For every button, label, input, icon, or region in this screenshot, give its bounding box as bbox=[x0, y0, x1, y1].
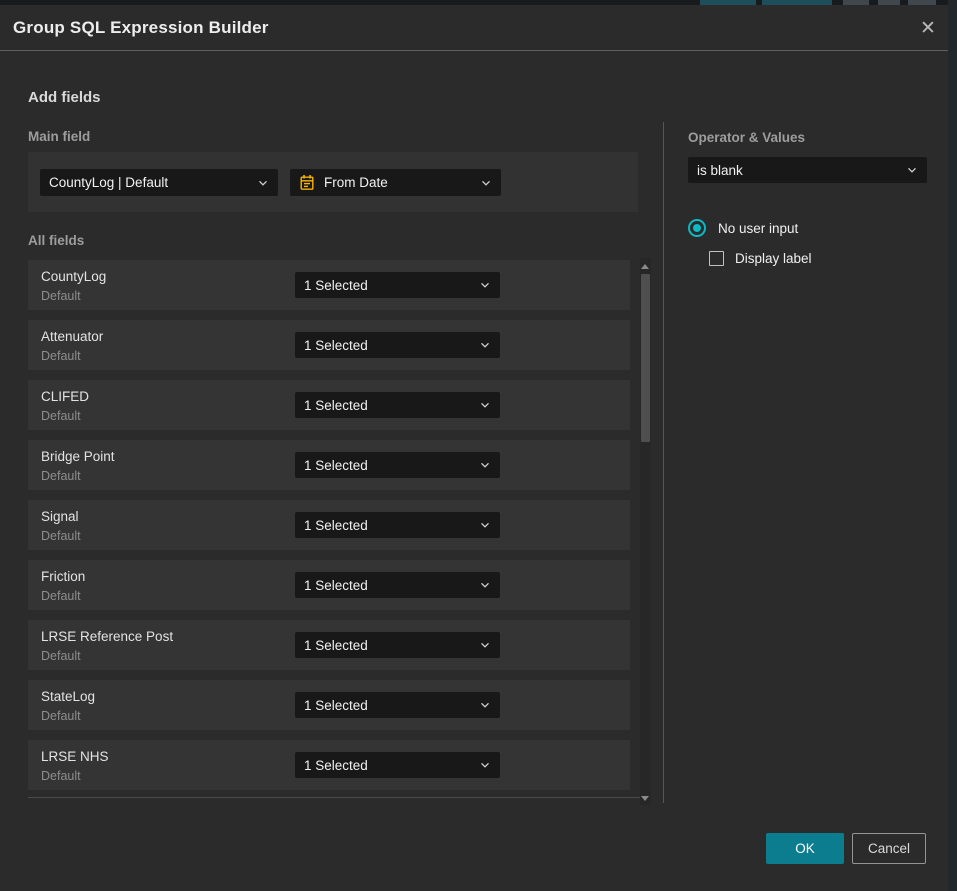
chevron-down-icon bbox=[479, 279, 491, 291]
chevron-down-icon bbox=[257, 177, 269, 189]
field-sublabel: Default bbox=[41, 469, 81, 483]
checkbox-unchecked-icon bbox=[709, 251, 724, 266]
close-icon[interactable]: ✕ bbox=[914, 15, 942, 41]
field-selected-value: 1 Selected bbox=[304, 518, 473, 533]
field-row: CLIFED Default 1 Selected bbox=[28, 380, 630, 430]
chevron-down-icon bbox=[479, 699, 491, 711]
field-row: StateLog Default 1 Selected bbox=[28, 680, 630, 730]
field-selected-dropdown[interactable]: 1 Selected bbox=[295, 632, 500, 658]
main-field-dropdown[interactable]: From Date bbox=[290, 169, 501, 196]
field-selected-dropdown[interactable]: 1 Selected bbox=[295, 452, 500, 478]
chevron-down-icon bbox=[479, 339, 491, 351]
cancel-button[interactable]: Cancel bbox=[852, 833, 926, 864]
chevron-down-icon bbox=[479, 459, 491, 471]
chevron-down-icon bbox=[479, 759, 491, 771]
field-sublabel: Default bbox=[41, 409, 81, 423]
field-name: CountyLog bbox=[41, 269, 106, 284]
scrollbar-thumb[interactable] bbox=[641, 274, 650, 442]
field-name: Signal bbox=[41, 509, 79, 524]
field-sublabel: Default bbox=[41, 529, 81, 543]
field-row: Friction Default 1 Selected bbox=[28, 560, 630, 610]
no-user-input-label: No user input bbox=[718, 221, 798, 236]
field-sublabel: Default bbox=[41, 349, 81, 363]
field-row: LRSE NHS Default 1 Selected bbox=[28, 740, 630, 790]
group-sql-expression-builder-dialog: Group SQL Expression Builder ✕ Add field… bbox=[0, 5, 948, 891]
main-field-label: Main field bbox=[28, 129, 90, 144]
field-selected-dropdown[interactable]: 1 Selected bbox=[295, 572, 500, 598]
field-name: Bridge Point bbox=[41, 449, 115, 464]
field-row: Attenuator Default 1 Selected bbox=[28, 320, 630, 370]
main-field-panel: CountyLog | Default From Date bbox=[28, 152, 638, 212]
field-name: LRSE Reference Post bbox=[41, 629, 173, 644]
field-selected-value: 1 Selected bbox=[304, 458, 473, 473]
field-selected-dropdown[interactable]: 1 Selected bbox=[295, 692, 500, 718]
field-name: StateLog bbox=[41, 689, 95, 704]
main-field-dropdown-value: From Date bbox=[324, 175, 474, 190]
field-row: LRSE Reference Post Default 1 Selected bbox=[28, 620, 630, 670]
scroll-up-icon[interactable] bbox=[641, 264, 649, 269]
field-selected-value: 1 Selected bbox=[304, 578, 473, 593]
background-right-strip bbox=[948, 0, 957, 891]
chevron-down-icon bbox=[480, 177, 492, 189]
all-fields-list: CountyLog Default 1 Selected Attenuator … bbox=[28, 260, 630, 800]
chevron-down-icon bbox=[479, 579, 491, 591]
scrollbar[interactable] bbox=[640, 258, 651, 805]
field-selected-value: 1 Selected bbox=[304, 398, 473, 413]
field-sublabel: Default bbox=[41, 769, 81, 783]
field-sublabel: Default bbox=[41, 589, 81, 603]
list-bottom-border bbox=[28, 797, 651, 798]
display-label-checkbox[interactable]: Display label bbox=[709, 251, 812, 266]
main-layer-dropdown[interactable]: CountyLog | Default bbox=[40, 169, 278, 196]
scroll-down-icon[interactable] bbox=[641, 796, 649, 801]
field-name: CLIFED bbox=[41, 389, 89, 404]
field-selected-dropdown[interactable]: 1 Selected bbox=[295, 752, 500, 778]
field-sublabel: Default bbox=[41, 289, 81, 303]
vertical-divider bbox=[663, 122, 664, 803]
chevron-down-icon bbox=[479, 639, 491, 651]
operator-dropdown-value: is blank bbox=[697, 163, 900, 178]
field-name: Friction bbox=[41, 569, 85, 584]
field-selected-dropdown[interactable]: 1 Selected bbox=[295, 512, 500, 538]
add-fields-heading: Add fields bbox=[28, 89, 101, 106]
field-row: Signal Default 1 Selected bbox=[28, 500, 630, 550]
chevron-down-icon bbox=[479, 519, 491, 531]
field-sublabel: Default bbox=[41, 649, 81, 663]
field-selected-value: 1 Selected bbox=[304, 638, 473, 653]
field-name: LRSE NHS bbox=[41, 749, 109, 764]
field-selected-value: 1 Selected bbox=[304, 338, 473, 353]
main-layer-dropdown-value: CountyLog | Default bbox=[49, 175, 251, 190]
ok-button[interactable]: OK bbox=[766, 833, 844, 864]
field-selected-value: 1 Selected bbox=[304, 278, 473, 293]
calendar-icon bbox=[299, 174, 315, 191]
chevron-down-icon bbox=[479, 399, 491, 411]
dialog-header: Group SQL Expression Builder ✕ bbox=[0, 5, 948, 51]
all-fields-label: All fields bbox=[28, 233, 84, 248]
field-sublabel: Default bbox=[41, 709, 81, 723]
field-selected-dropdown[interactable]: 1 Selected bbox=[295, 332, 500, 358]
radio-selected-icon bbox=[688, 219, 706, 237]
field-row: CountyLog Default 1 Selected bbox=[28, 260, 630, 310]
field-selected-value: 1 Selected bbox=[304, 758, 473, 773]
field-row: Bridge Point Default 1 Selected bbox=[28, 440, 630, 490]
chevron-down-icon bbox=[906, 164, 918, 176]
no-user-input-radio[interactable]: No user input bbox=[688, 219, 798, 237]
field-selected-dropdown[interactable]: 1 Selected bbox=[295, 272, 500, 298]
field-selected-value: 1 Selected bbox=[304, 698, 473, 713]
field-name: Attenuator bbox=[41, 329, 103, 344]
operator-dropdown[interactable]: is blank bbox=[688, 157, 927, 183]
field-selected-dropdown[interactable]: 1 Selected bbox=[295, 392, 500, 418]
display-label-text: Display label bbox=[735, 251, 812, 266]
operator-values-label: Operator & Values bbox=[688, 130, 805, 145]
dialog-title: Group SQL Expression Builder bbox=[13, 5, 269, 51]
